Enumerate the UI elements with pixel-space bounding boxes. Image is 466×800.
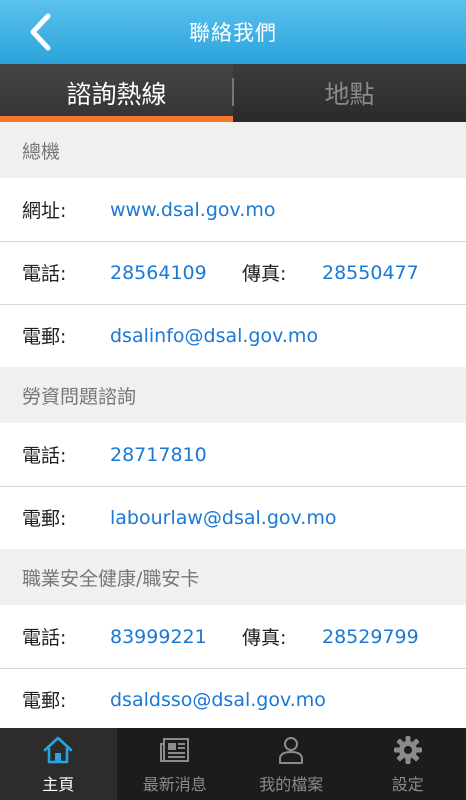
email-link[interactable]: labourlaw@dsal.gov.mo	[110, 507, 336, 529]
section-header-labour: 勞資問題諮詢	[0, 367, 466, 423]
chevron-left-icon	[30, 13, 51, 51]
back-button[interactable]	[18, 10, 62, 54]
section-header-switchboard: 總機	[0, 122, 466, 178]
phone-link[interactable]: 28564109	[110, 262, 242, 284]
phone-link[interactable]: 83999221	[110, 626, 242, 648]
gear-icon	[393, 733, 423, 767]
fax-label: 傳真:	[242, 263, 287, 285]
tab-divider	[232, 78, 234, 106]
tabbar-label-home: 主頁	[42, 775, 75, 794]
tabbar-label-profile: 我的檔案	[259, 775, 324, 794]
phone-link[interactable]: 28717810	[110, 444, 207, 466]
list-item-email: 電郵: dsalinfo@dsal.gov.mo	[0, 304, 466, 367]
website-label: 網址:	[22, 200, 67, 222]
website-link[interactable]: www.dsal.gov.mo	[110, 199, 275, 221]
person-icon	[277, 733, 305, 767]
email-link[interactable]: dsaldsso@dsal.gov.mo	[110, 689, 326, 711]
home-icon	[42, 733, 74, 767]
email-label: 電郵:	[22, 326, 67, 348]
list-item-email: 電郵: dsaldsso@dsal.gov.mo	[0, 668, 466, 728]
phone-label: 電話:	[22, 445, 67, 467]
list-item-email: 電郵: labourlaw@dsal.gov.mo	[0, 486, 466, 549]
list-item-phone-fax: 電話: 83999221 傳真: 28529799	[0, 605, 466, 668]
tab-hotline[interactable]: 諮詢熱線	[0, 64, 233, 122]
list-item-website: 網址: www.dsal.gov.mo	[0, 178, 466, 241]
fax-value[interactable]: 28529799	[322, 626, 419, 648]
tabbar-item-profile[interactable]: 我的檔案	[233, 728, 350, 800]
email-label: 電郵:	[22, 508, 67, 530]
phone-label: 電話:	[22, 627, 67, 649]
contact-list: 總機 網址: www.dsal.gov.mo 電話: 28564109 傳真: …	[0, 122, 466, 728]
tabbar-item-home[interactable]: 主頁	[0, 728, 117, 800]
email-label: 電郵:	[22, 690, 67, 712]
page-title: 聯絡我們	[189, 21, 277, 45]
bottom-tab-bar: 主頁 最新消息 我的檔案 設定	[0, 728, 466, 800]
list-item-phone: 電話: 28717810	[0, 423, 466, 486]
list-item-phone-fax: 電話: 28564109 傳真: 28550477	[0, 241, 466, 304]
news-icon	[159, 733, 191, 767]
email-link[interactable]: dsalinfo@dsal.gov.mo	[110, 325, 318, 347]
tabbar-label-settings: 設定	[391, 775, 424, 794]
phone-label: 電話:	[22, 263, 67, 285]
section-header-safety: 職業安全健康/職安卡	[0, 549, 466, 605]
tabbar-item-settings[interactable]: 設定	[350, 728, 466, 800]
fax-label: 傳真:	[242, 627, 287, 649]
fax-value[interactable]: 28550477	[322, 262, 419, 284]
tabbar-label-news: 最新消息	[142, 775, 207, 794]
tabbar-item-news[interactable]: 最新消息	[117, 728, 234, 800]
nav-bar: 聯絡我們	[0, 0, 466, 64]
tab-location[interactable]: 地點	[233, 64, 466, 122]
